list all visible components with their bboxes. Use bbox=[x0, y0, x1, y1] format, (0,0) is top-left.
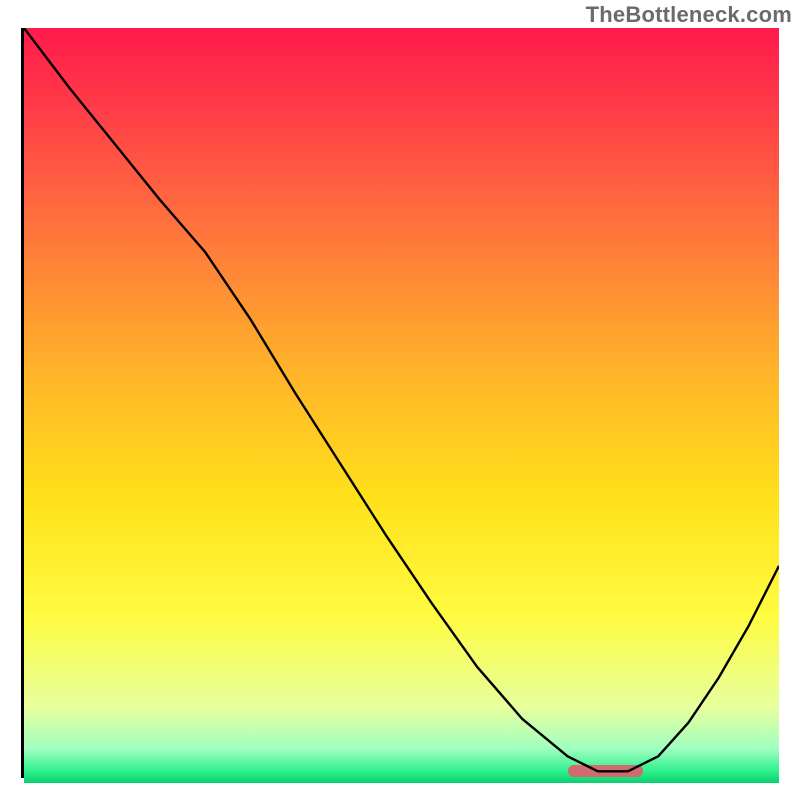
watermark-text: TheBottleneck.com bbox=[586, 2, 792, 28]
chart-container: TheBottleneck.com bbox=[0, 0, 800, 800]
bottleneck-curve bbox=[24, 28, 779, 775]
plot-area bbox=[21, 28, 779, 778]
